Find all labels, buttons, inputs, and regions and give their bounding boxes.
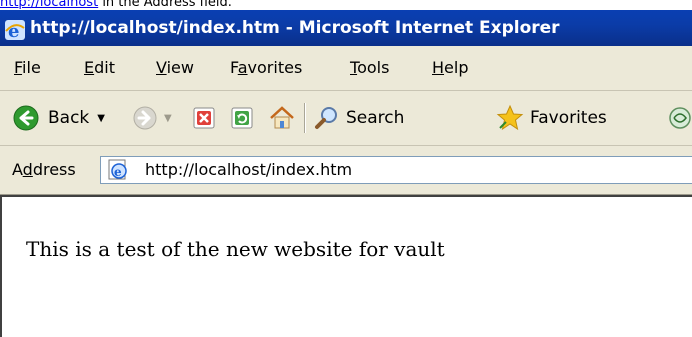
search-label: Search <box>346 108 405 128</box>
ie-icon: e <box>4 18 26 46</box>
menu-file[interactable]: File <box>14 46 41 90</box>
toolbar-separator <box>304 103 306 133</box>
favorites-label: Favorites <box>530 108 607 128</box>
standard-toolbar: Back ▼ ▼ Search Favorites <box>0 91 692 146</box>
address-label: Address <box>12 160 76 179</box>
page-body-text: This is a test of the new website for va… <box>26 237 445 261</box>
page-content: This is a test of the new website for va… <box>0 195 692 337</box>
menu-bar: File Edit View Favorites Tools Help <box>0 46 692 91</box>
stop-icon <box>192 106 216 130</box>
menu-view[interactable]: View <box>156 46 194 90</box>
svg-text:e: e <box>114 165 122 179</box>
localhost-link[interactable]: http://localhost <box>0 0 98 10</box>
favorites-button[interactable]: Favorites <box>496 91 607 145</box>
window-title: http://localhost/index.htm - Microsoft I… <box>30 18 560 38</box>
back-arrow-icon <box>12 104 40 132</box>
media-icon <box>668 106 692 130</box>
forward-arrow-icon <box>132 105 158 131</box>
search-icon <box>314 105 340 131</box>
address-bar: Address e http://localhost/index.htm <box>0 146 692 195</box>
menu-favorites[interactable]: Favorites <box>230 46 302 90</box>
menu-help[interactable]: Help <box>432 46 468 90</box>
media-button[interactable] <box>668 91 692 145</box>
search-button[interactable]: Search <box>314 91 404 145</box>
menu-edit[interactable]: Edit <box>84 46 115 90</box>
refresh-button[interactable] <box>230 91 254 145</box>
home-button[interactable] <box>268 91 296 145</box>
back-dropdown-icon[interactable]: ▼ <box>97 113 105 124</box>
refresh-icon <box>230 106 254 130</box>
favorites-star-icon <box>496 104 524 132</box>
stop-button[interactable] <box>192 91 216 145</box>
window-titlebar[interactable]: e http://localhost/index.htm - Microsoft… <box>0 10 692 46</box>
page-icon: e <box>107 159 129 185</box>
svg-text:e: e <box>8 21 19 41</box>
forward-button[interactable]: ▼ <box>132 91 172 145</box>
back-label: Back <box>48 108 90 128</box>
back-button[interactable]: Back ▼ <box>12 91 105 145</box>
forward-dropdown-icon[interactable]: ▼ <box>164 113 172 124</box>
address-input[interactable]: e http://localhost/index.htm <box>100 156 692 184</box>
address-url: http://localhost/index.htm <box>145 160 353 179</box>
home-icon <box>268 104 296 132</box>
caption-rest-text: in the Address field. <box>98 0 232 10</box>
menu-tools[interactable]: Tools <box>350 46 389 90</box>
